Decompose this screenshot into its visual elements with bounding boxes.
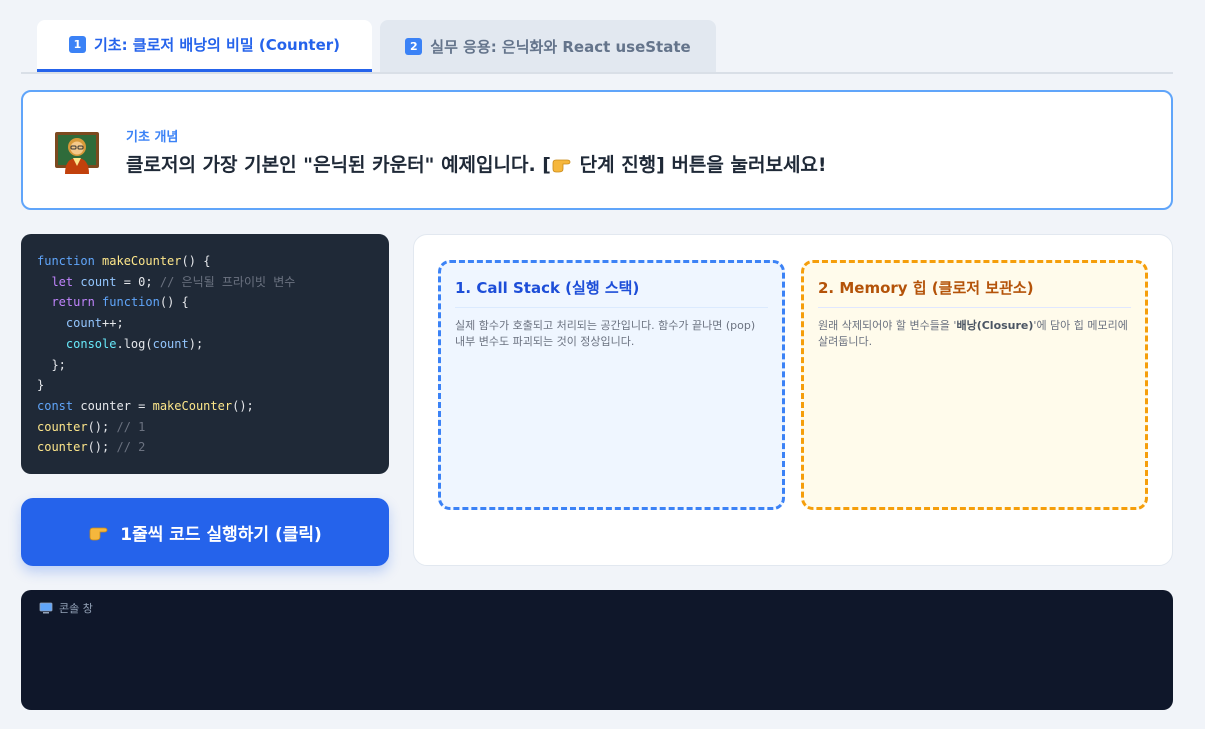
tab-react-usestate[interactable]: 2 실무 응용: 은닉화와 React useState [380,20,716,72]
call-stack-description: 실제 함수가 호출되고 처리되는 공간입니다. 함수가 끝나면 (pop) 내부… [455,319,756,348]
tab-bar: 1 기초: 클로저 배낭의 비밀 (Counter) 2 실무 응용: 은닉화와… [21,20,1173,74]
console-header: 콘솔 창 [39,600,93,616]
tab-label: 실무 응용: 은닉화와 React useState [430,37,691,56]
code-block: function makeCounter() { let count = 0; … [21,234,389,474]
code-line: const counter = makeCounter(); [37,398,254,413]
memory-heap-box: 2. Memory 힙 (클로저 보관소) 원래 삭제되어야 할 변수들을 '배… [801,260,1148,510]
code-line: counter(); // 2 [37,440,146,455]
code-line: return function() { [51,295,189,310]
pointing-hand-icon [89,527,108,541]
pointing-hand-icon [552,159,571,173]
code-line: } [37,378,45,393]
code-line: let count = 0; // 은닉될 프라이빗 변수 [51,274,296,289]
console-label: 콘솔 창 [59,602,93,615]
run-step-label: 1줄씩 코드 실행하기 (클릭) [120,524,322,545]
console-window: 콘솔 창 [21,590,1173,710]
code-line: console.log(count); [65,336,204,351]
memory-heap-description: 원래 삭제되어야 할 변수들을 '배낭(Closure)'에 담아 힙 메모리에… [818,319,1128,348]
code-line: }; [51,357,66,372]
keycap-2-icon: 2 [405,37,423,55]
keycap-1-icon: 1 [68,36,86,53]
run-step-button[interactable]: 1줄씩 코드 실행하기 (클릭) [21,498,389,566]
intro-card: 기초 개념 클로저의 가장 기본인 "은닉된 카운터" 예제입니다. [ 단계 … [21,90,1173,210]
computer-icon [39,602,53,614]
intro-kicker: 기초 개념 [126,130,179,145]
code-line: count++; [65,316,124,331]
memory-heap-title: 2. Memory 힙 (클로저 보관소) [818,277,1131,308]
code-line: function makeCounter() { [37,254,211,268]
teacher-icon [55,132,99,174]
tab-label: 기초: 클로저 배낭의 비밀 (Counter) [93,36,340,54]
memory-visualization-panel: 1. Call Stack (실행 스택) 실제 함수가 호출되고 처리되는 공… [413,234,1173,566]
code-line: counter(); // 1 [37,419,146,434]
call-stack-title: 1. Call Stack (실행 스택) [455,277,768,308]
intro-text: 클로저의 가장 기본인 "은닉된 카운터" 예제입니다. [ 단계 진행] 버튼… [126,154,827,176]
tab-basic-counter[interactable]: 1 기초: 클로저 배낭의 비밀 (Counter) [37,20,372,72]
call-stack-box: 1. Call Stack (실행 스택) 실제 함수가 호출되고 처리되는 공… [438,260,785,510]
